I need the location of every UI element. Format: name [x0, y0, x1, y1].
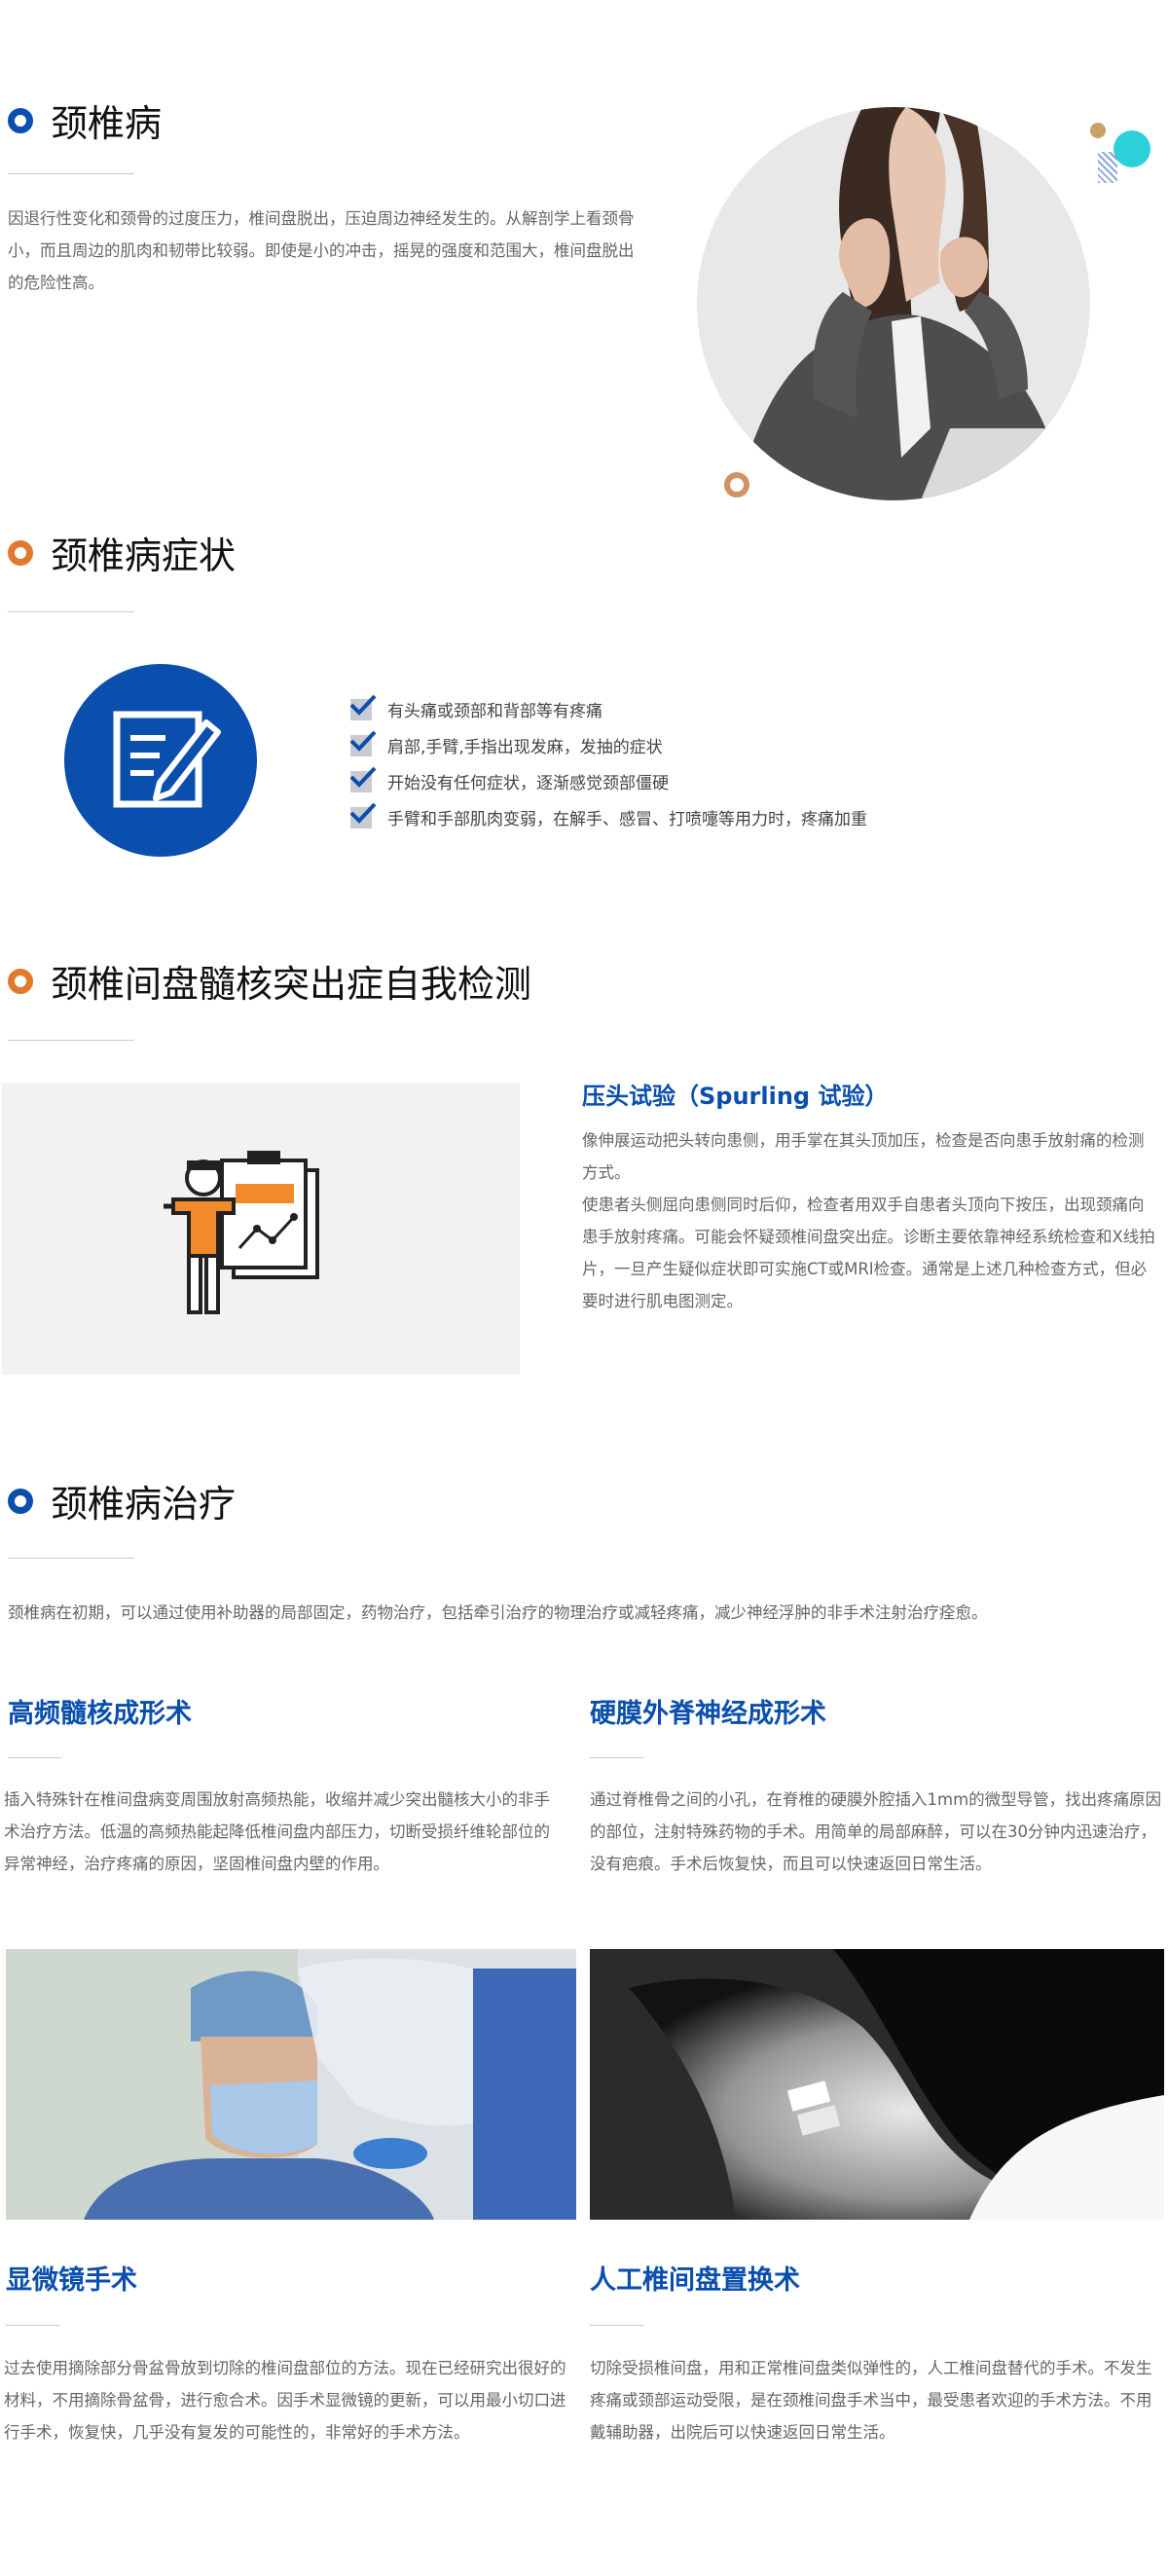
- section-title-text: 颈椎病治疗: [51, 1483, 237, 1526]
- section-title-symptoms: 颈椎病症状: [8, 526, 236, 579]
- circle-bullet-icon: [8, 1488, 33, 1514]
- circle-bullet-icon: [8, 539, 33, 566]
- symptom-text: 开始没有任何症状，逐渐感觉颈部僵硬: [387, 774, 669, 793]
- title-underline: [8, 173, 134, 174]
- symptom-text: 有头痛或颈部和背部等有疼痛: [387, 702, 602, 721]
- title-underline: [8, 1757, 61, 1758]
- treatment-body-epidural-neuroplasty: 通过脊椎骨之间的小孔，在脊椎的硬膜外腔插入1mm的微型导管，找出疼痛原因的部位，…: [590, 1790, 1162, 1873]
- checkmark-icon: [349, 802, 377, 828]
- treatment-title-epidural-neuroplasty: 硬膜外脊神经成形术: [590, 1699, 826, 1729]
- test-illustration-panel: [2, 1083, 520, 1375]
- title-underline: [590, 2325, 643, 2326]
- cervical-xray-photo: [590, 1949, 1164, 2220]
- woman-neck-pain-illustration: [736, 107, 1090, 500]
- title-underline: [8, 611, 134, 612]
- title-underline: [8, 1558, 134, 1559]
- list-item: 手臂和手部肌肉变弱，在解手、感冒、打喷嚏等用力时，疼痛加重: [349, 799, 867, 835]
- section-title-text: 颈椎病症状: [51, 534, 237, 577]
- treatment-body-rf-nucleoplasty: 插入特殊针在椎间盘病变周围放射高频热能，收缩并减少突出髓核大小的非手术治疗方法。…: [4, 1790, 550, 1873]
- notepad-pen-icon: [64, 664, 257, 857]
- list-item: 肩部,手臂,手指出现发麻，发抽的症状: [349, 727, 867, 763]
- gold-decor-dot: [1090, 123, 1106, 138]
- symptom-text: 手臂和手部肌肉变弱，在解手、感冒、打喷嚏等用力时，疼痛加重: [387, 810, 867, 829]
- section-title-text: 颈椎病: [51, 102, 163, 145]
- checkmark-icon: [349, 694, 377, 720]
- checkmark-icon: [349, 730, 377, 756]
- title-underline: [590, 1757, 643, 1758]
- section-title-cervical-spondylosis: 颈椎病: [8, 93, 162, 147]
- symptom-text: 肩部,手臂,手指出现发麻，发抽的症状: [387, 738, 663, 757]
- teal-decor-circle: [1113, 130, 1150, 167]
- microscope-surgery-photo: [6, 1949, 576, 2220]
- section-title-text: 颈椎间盘髓核突出症自我检测: [51, 963, 532, 1006]
- spurling-test-desc: 像伸展运动把头转向患侧，用手掌在其头顶加压，检查是否向患手放射痛的检测方式。: [582, 1131, 1145, 1182]
- circle-bullet-icon: [8, 107, 33, 133]
- orange-decor-ring: [724, 472, 749, 497]
- section-body: 因退行性变化和颈骨的过度压力，椎间盘脱出，压迫周边神经发生的。从解剖学上看颈骨小…: [8, 209, 635, 292]
- treatment-intro: 颈椎病在初期，可以通过使用补助器的局部固定，药物治疗，包括牵引治疗的物理治疗或减…: [8, 1603, 988, 1622]
- spurling-test-procedure: 使患者头侧屈向患侧同时后仰，检查者用双手自患者头顶向下按压，出现颈痛向患手放射疼…: [582, 1196, 1155, 1310]
- presenter-chart-icon: [164, 1151, 319, 1314]
- title-underline: [8, 1040, 134, 1041]
- neck-pain-photo: [697, 107, 1090, 500]
- symptom-list: 有头痛或颈部和背部等有疼痛 肩部,手臂,手指出现发麻，发抽的症状 开始没有任何症…: [349, 691, 867, 835]
- treatment-title-rf-nucleoplasty: 高频髓核成形术: [8, 1699, 192, 1729]
- hatched-decor-rect: [1098, 152, 1117, 183]
- section-title-treatment: 颈椎病治疗: [8, 1474, 236, 1527]
- treatment-title-microscope-surgery: 显微镜手术: [6, 2265, 137, 2296]
- treatment-title-artificial-disc: 人工椎间盘置换术: [590, 2265, 800, 2296]
- list-item: 有头痛或颈部和背部等有疼痛: [349, 691, 867, 727]
- treatment-body-artificial-disc: 切除受损椎间盘，用和正常椎间盘类似弹性的，人工椎间盘替代的手术。不发生疼痛或颈部…: [590, 2359, 1152, 2442]
- circle-bullet-icon: [8, 968, 33, 994]
- list-item: 开始没有任何症状，逐渐感觉颈部僵硬: [349, 763, 867, 799]
- section-title-self-test: 颈椎间盘髓核突出症自我检测: [8, 954, 531, 1008]
- spurling-test-title: 压头试验（Spurling 试验）: [582, 1083, 889, 1110]
- title-underline: [6, 2325, 59, 2326]
- checkmark-icon: [349, 766, 377, 792]
- treatment-body-microscope-surgery: 过去使用摘除部分骨盆骨放到切除的椎间盘部位的方法。现在已经研究出很好的材料，不用…: [4, 2359, 566, 2442]
